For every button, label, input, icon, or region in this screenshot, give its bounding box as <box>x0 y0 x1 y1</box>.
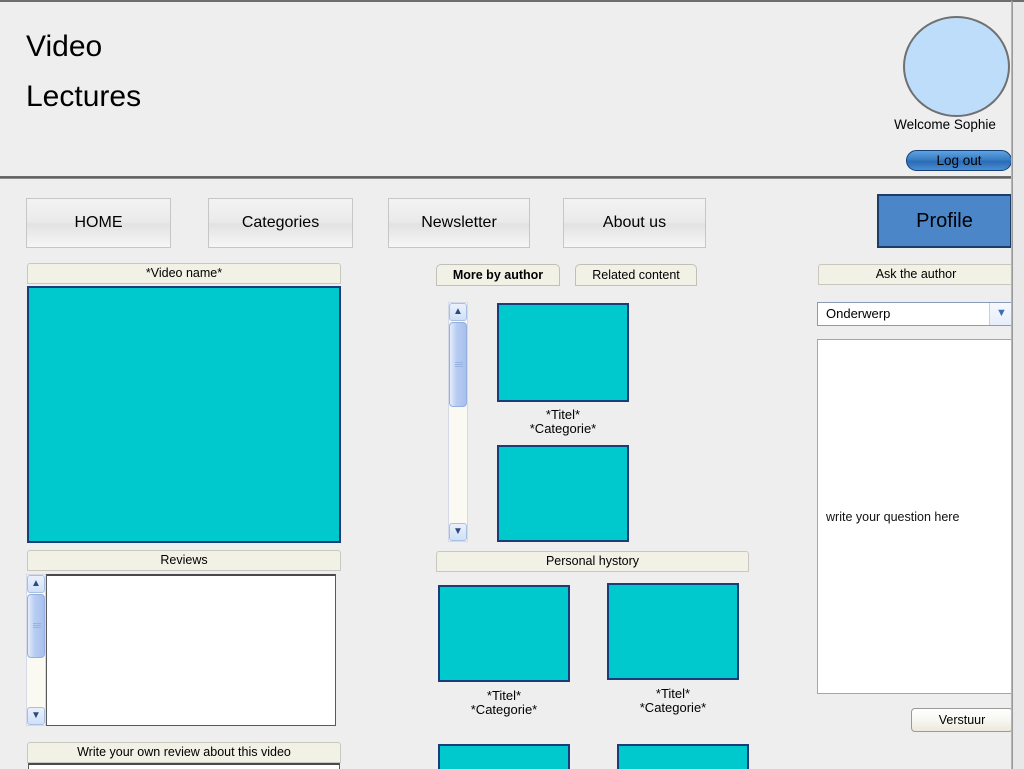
video-name-bar: *Video name* <box>27 263 341 284</box>
write-review-header-bar: Write your own review about this video <box>27 742 341 763</box>
ask-the-author-bar: Ask the author <box>818 264 1011 285</box>
video-thumbnail[interactable] <box>497 303 629 402</box>
scrollbar-thumb[interactable] <box>449 322 467 407</box>
history-thumbnail[interactable] <box>607 583 739 680</box>
history-title: *Titel* <box>486 688 522 703</box>
header-divider <box>0 176 1011 179</box>
grip-icon <box>455 360 463 369</box>
history-title: *Titel* <box>655 686 691 701</box>
history-thumbnail[interactable] <box>438 744 570 769</box>
video-player[interactable] <box>27 286 341 543</box>
tab-related-content[interactable]: Related content <box>575 264 697 286</box>
profile-button[interactable]: Profile <box>877 194 1011 248</box>
personal-history-bar: Personal hystory <box>436 551 749 572</box>
site-title: Video Lectures <box>26 22 446 122</box>
history-caption: *Titel* *Categorie* <box>438 689 570 716</box>
nav-item-newsletter[interactable]: Newsletter <box>388 198 530 248</box>
nav-item-home[interactable]: HOME <box>26 198 171 248</box>
page-header: Video Lectures Welcome Sophie Log out <box>0 4 1011 177</box>
more-by-author-scrollbar[interactable]: ▲ ▼ <box>448 302 468 542</box>
write-review-input[interactable] <box>28 763 340 769</box>
reviews-header-bar: Reviews <box>27 550 341 571</box>
chevron-down-icon[interactable]: ▼ <box>989 303 1011 325</box>
logout-button[interactable]: Log out <box>906 150 1011 171</box>
nav-item-about-us[interactable]: About us <box>563 198 706 248</box>
history-thumbnail[interactable] <box>617 744 749 769</box>
topic-select[interactable]: Onderwerp ▼ <box>817 302 1011 326</box>
scrollbar-thumb[interactable] <box>27 594 45 658</box>
history-category: *Categorie* <box>639 699 707 715</box>
question-placeholder: write your question here <box>826 510 960 524</box>
history-category: *Categorie* <box>470 701 538 717</box>
chevron-down-icon[interactable]: ▼ <box>27 707 45 725</box>
site-title-line-1: Video <box>26 30 103 63</box>
site-title-line-2: Lectures <box>26 80 142 113</box>
question-textarea[interactable]: write your question here <box>817 339 1011 694</box>
chevron-up-icon[interactable]: ▲ <box>449 303 467 321</box>
thumbnail-caption: *Titel* *Categorie* <box>497 408 629 435</box>
grip-icon <box>33 622 41 630</box>
nav-item-categories[interactable]: Categories <box>208 198 353 248</box>
video-thumbnail[interactable] <box>497 445 629 542</box>
send-button[interactable]: Verstuur <box>911 708 1011 732</box>
page-right-gutter <box>1012 0 1024 769</box>
chevron-down-icon[interactable]: ▼ <box>449 523 467 541</box>
reviews-scrollbar[interactable]: ▲ ▼ <box>26 574 46 726</box>
history-thumbnail[interactable] <box>438 585 570 682</box>
history-caption: *Titel* *Categorie* <box>607 687 739 714</box>
avatar[interactable] <box>903 16 1010 117</box>
thumbnail-title: *Titel* <box>545 407 581 422</box>
chevron-up-icon[interactable]: ▲ <box>27 575 45 593</box>
reviews-list[interactable] <box>46 574 336 726</box>
tab-more-by-author[interactable]: More by author <box>436 264 560 286</box>
thumbnail-category: *Categorie* <box>529 420 597 436</box>
page-canvas: Video Lectures Welcome Sophie Log out HO… <box>0 0 1012 769</box>
welcome-message: Welcome Sophie <box>894 117 996 132</box>
topic-select-value: Onderwerp <box>826 306 891 321</box>
